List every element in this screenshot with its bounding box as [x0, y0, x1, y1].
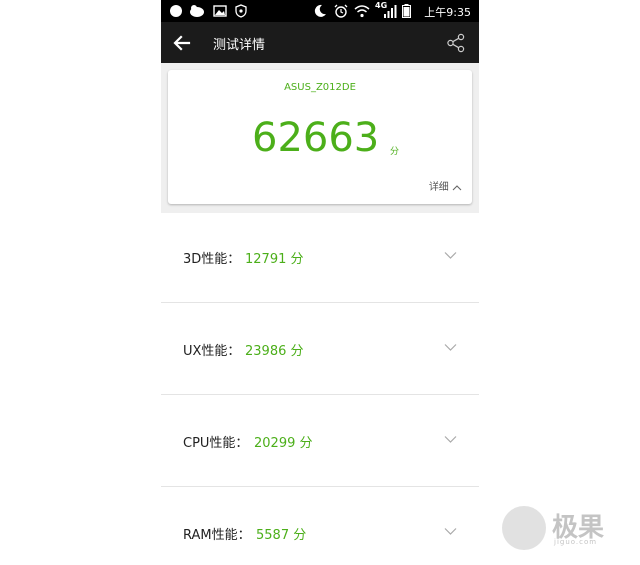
- category-row-cpu[interactable]: CPU性能： 20299 分: [161, 395, 479, 487]
- app-bar: 测试详情: [161, 22, 479, 63]
- chevron-up-icon: [452, 184, 462, 190]
- category-list: 3D性能： 12791 分 UX性能： 23986 分 CPU性能： 20299…: [161, 211, 479, 565]
- wifi-icon: [354, 5, 370, 18]
- page-title: 测试详情: [213, 38, 266, 53]
- details-label: 详细: [428, 182, 449, 193]
- arrow-left-icon[interactable]: [173, 34, 191, 52]
- moon-icon: [314, 4, 326, 17]
- category-label: CPU性能：: [183, 436, 249, 451]
- category-row-ram[interactable]: RAM性能： 5587 分: [161, 487, 479, 565]
- watermark-url: jiguo.com: [554, 538, 598, 546]
- total-score: 62663: [252, 115, 380, 161]
- category-score: 12791 分: [245, 252, 304, 267]
- category-label: 3D性能：: [183, 252, 241, 267]
- chevron-down-icon: [444, 436, 457, 443]
- category-label: UX性能：: [183, 344, 241, 359]
- category-label: RAM性能：: [183, 528, 251, 543]
- total-score-unit: 分: [390, 147, 400, 157]
- chevron-down-icon: [444, 252, 457, 259]
- device-name: ASUS_Z012DE: [284, 82, 356, 93]
- score-card: ASUS_Z012DE 62663 分 详细: [168, 70, 472, 204]
- category-score: 5587 分: [256, 528, 307, 543]
- watermark: 极果 jiguo.com: [502, 503, 622, 553]
- status-time: 上午9:35: [424, 6, 471, 19]
- category-row-3d[interactable]: 3D性能： 12791 分: [161, 211, 479, 303]
- category-score: 23986 分: [245, 344, 304, 359]
- battery-icon: [402, 4, 411, 18]
- watermark-logo-icon: [502, 506, 546, 550]
- shield-icon: [235, 4, 247, 18]
- phone-screen: 4G 上午9:35 测试详情 ASUS_Z012DE 62663 分 详细 3D…: [161, 0, 479, 565]
- share-icon[interactable]: [446, 33, 466, 53]
- category-row-ux[interactable]: UX性能： 23986 分: [161, 303, 479, 395]
- gallery-icon: [213, 5, 227, 17]
- chevron-down-icon: [444, 344, 457, 351]
- notification-icon: [190, 5, 204, 17]
- signal-icon: [384, 5, 397, 18]
- chevron-down-icon: [444, 528, 457, 535]
- status-bar: 4G 上午9:35: [161, 0, 479, 22]
- category-score: 20299 分: [254, 436, 313, 451]
- alarm-icon: [334, 4, 348, 18]
- notification-icon: [170, 5, 182, 17]
- details-toggle[interactable]: 详细: [429, 178, 462, 193]
